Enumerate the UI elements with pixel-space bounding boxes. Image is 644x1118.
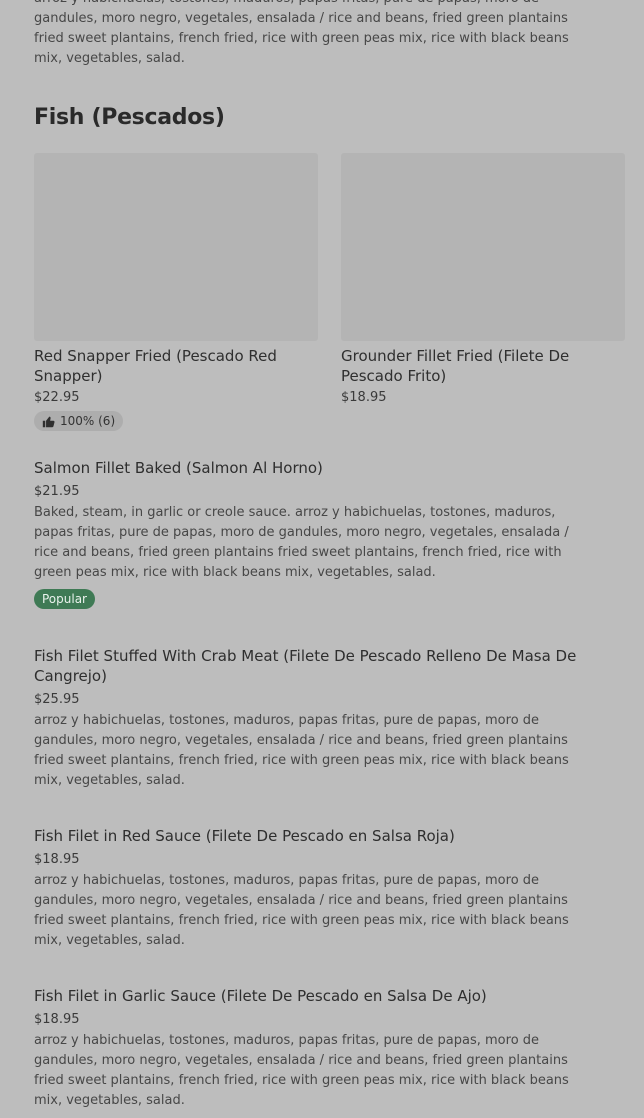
item-name[interactable]: Fish Filet in Red Sauce (Filete De Pesca… (34, 826, 594, 846)
rating-text: 100% (6) (60, 414, 116, 428)
item-image[interactable] (341, 153, 625, 341)
item-image[interactable] (34, 153, 318, 341)
item-name[interactable]: Salmon Fillet Baked (Salmon Al Horno) (34, 458, 594, 478)
featured-item-card[interactable]: Grounder Fillet Fried (Filete De Pescado… (341, 153, 625, 405)
item-price: $18.95 (341, 390, 387, 405)
featured-item-card[interactable]: Red Snapper Fried (Pescado Red Snapper) … (34, 153, 318, 432)
menu-item[interactable]: Salmon Fillet Baked (Salmon Al Horno) $2… (34, 458, 594, 609)
item-description: Baked, steam, in garlic or creole sauce.… (34, 505, 569, 580)
item-price: $25.95 (34, 692, 80, 707)
item-description: arroz y habichuelas, tostones, maduros, … (34, 873, 569, 948)
item-name[interactable]: Fish Filet Stuffed With Crab Meat (Filet… (34, 646, 594, 686)
item-name[interactable]: Grounder Fillet Fried (Filete De Pescado… (341, 346, 625, 386)
rating-badge: 100% (6) (34, 411, 124, 431)
item-description: arroz y habichuelas, tostones, maduros, … (34, 1033, 569, 1108)
item-price: $22.95 (34, 390, 80, 405)
menu-item[interactable]: Fish Filet in Garlic Sauce (Filete De Pe… (34, 986, 594, 1111)
thumbs-up-icon (42, 416, 55, 427)
item-description: arroz y habichuelas, tostones, maduros, … (34, 713, 569, 788)
item-price: $21.95 (34, 484, 80, 499)
item-name[interactable]: Red Snapper Fried (Pescado Red Snapper) (34, 346, 318, 386)
item-description: arroz y habichuelas, tostones, maduros, … (34, 0, 569, 66)
item-price: $18.95 (34, 1012, 80, 1027)
item-name[interactable]: Fish Filet in Garlic Sauce (Filete De Pe… (34, 986, 594, 1006)
menu-item[interactable]: Fish Filet Stuffed With Crab Meat (Filet… (34, 646, 594, 791)
popular-badge: Popular (34, 589, 95, 609)
section-title: Fish (Pescados) (34, 105, 225, 130)
menu-item[interactable]: Fish Filet in Red Sauce (Filete De Pesca… (34, 826, 594, 951)
item-price: $18.95 (34, 852, 80, 867)
